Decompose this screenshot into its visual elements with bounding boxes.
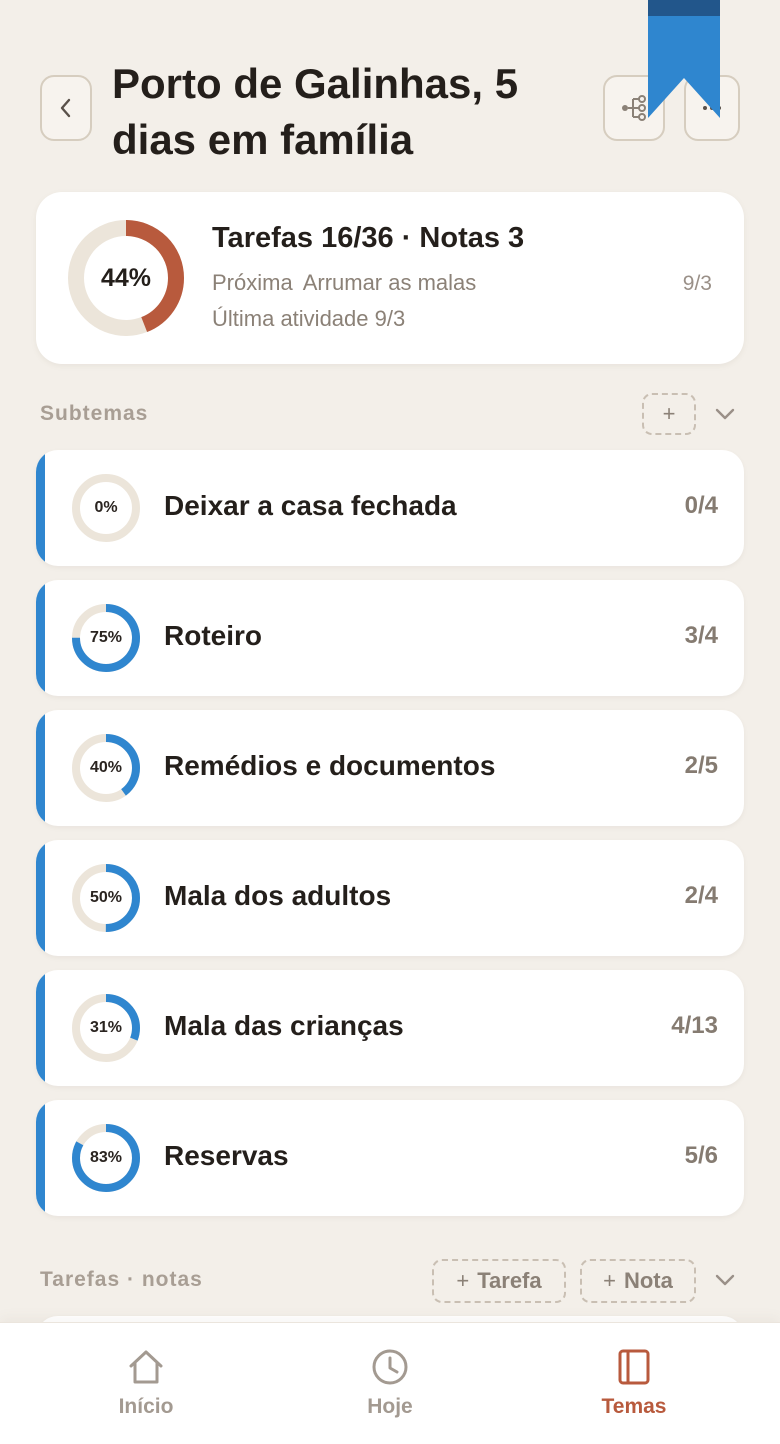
subtopic-percent: 40% [89, 759, 123, 776]
subtopic-accent-bar [36, 450, 45, 566]
bottom-navigation: Início Hoje Temas [0, 1322, 780, 1444]
nav-item-hoje[interactable]: Hoje [290, 1323, 490, 1444]
tasks-notes-section-label: Tarefas · notas [40, 1268, 203, 1291]
subtopic-task-count: 0/4 [684, 492, 718, 519]
subtopic-row[interactable]: 0% Deixar a casa fechada 0/4 [36, 450, 744, 566]
subtopic-percent: 83% [89, 1149, 123, 1166]
nav-label-hoje: Hoje [367, 1395, 413, 1418]
subtopic-title: Mala dos adultos [164, 880, 392, 911]
summary-percent: 44% [100, 263, 152, 292]
plus-icon: + [456, 1268, 470, 1293]
home-icon [129, 1350, 163, 1384]
nav-label-inicio: Início [118, 1395, 174, 1418]
chevron-left-icon [60, 98, 71, 118]
subtopic-task-count: 4/13 [671, 1012, 718, 1039]
subtopic-task-count: 2/5 [684, 752, 718, 779]
clock-icon [372, 1349, 408, 1385]
bookmark-ribbon-icon[interactable] [648, 0, 720, 118]
chevron-down-icon[interactable] [713, 1272, 737, 1288]
subtopic-title: Deixar a casa fechada [164, 490, 457, 521]
add-task-button[interactable]: + Tarefa [432, 1259, 566, 1303]
nav-label-temas: Temas [601, 1395, 667, 1418]
summary-headline: Tarefas 16/36 · Notas 3 [212, 222, 525, 254]
next-task-name: Arrumar as malas [302, 270, 477, 295]
subtopic-title: Mala das crianças [164, 1010, 404, 1041]
subtopic-accent-bar [36, 970, 45, 1086]
subtopic-title: Roteiro [164, 620, 262, 651]
next-task-date: 9/3 [682, 272, 712, 295]
add-subtopic-button[interactable]: + [642, 393, 696, 435]
subtopic-percent: 31% [89, 1019, 123, 1036]
subtopic-percent: 50% [89, 889, 123, 906]
progress-summary-card[interactable]: 44% Tarefas 16/36 · Notas 3 Próxima Arrum… [36, 192, 744, 364]
topic-detail-screen: Porto de Galinhas, 5 dias em família 44%… [0, 0, 780, 1444]
subtopic-row[interactable]: 50% Mala dos adultos 2/4 [36, 840, 744, 956]
add-task-label: Tarefa [477, 1268, 542, 1293]
chevron-down-icon[interactable] [713, 406, 737, 422]
add-note-label: Nota [623, 1268, 673, 1293]
nav-item-temas[interactable]: Temas [534, 1323, 734, 1444]
subtopic-accent-bar [36, 710, 45, 826]
page-title: Porto de Galinhas, 5 dias em família [112, 60, 519, 163]
subtopic-accent-bar [36, 1100, 45, 1216]
plus-icon: + [603, 1268, 616, 1293]
subtopic-task-count: 3/4 [684, 622, 718, 649]
subtopic-percent: 75% [89, 629, 123, 646]
back-button[interactable] [40, 75, 92, 141]
subtopic-row[interactable]: 75% Roteiro 3/4 [36, 580, 744, 696]
next-label: Próxima [212, 270, 293, 295]
subtopic-accent-bar [36, 840, 45, 956]
last-activity: Última atividade 9/3 [212, 306, 406, 331]
subtopic-percent: 0% [94, 499, 118, 516]
subtopics-section-label: Subtemas [40, 402, 149, 425]
next-task-line: Próxima Arrumar as malas [212, 270, 476, 296]
tree-structure-icon [622, 95, 646, 121]
subtopic-row[interactable]: 31% Mala das crianças 4/13 [36, 970, 744, 1086]
subtopic-title: Remédios e documentos [164, 750, 496, 781]
nav-item-inicio[interactable]: Início [46, 1323, 246, 1444]
notebook-icon [618, 1349, 650, 1385]
subtopic-title: Reservas [164, 1140, 289, 1171]
subtopic-row[interactable]: 83% Reservas 5/6 [36, 1100, 744, 1216]
subtopic-accent-bar [36, 580, 45, 696]
subtopic-task-count: 5/6 [684, 1142, 718, 1169]
subtopic-row[interactable]: 40% Remédios e documentos 2/5 [36, 710, 744, 826]
subtopic-task-count: 2/4 [684, 882, 718, 909]
add-note-button[interactable]: + Nota [580, 1259, 696, 1303]
